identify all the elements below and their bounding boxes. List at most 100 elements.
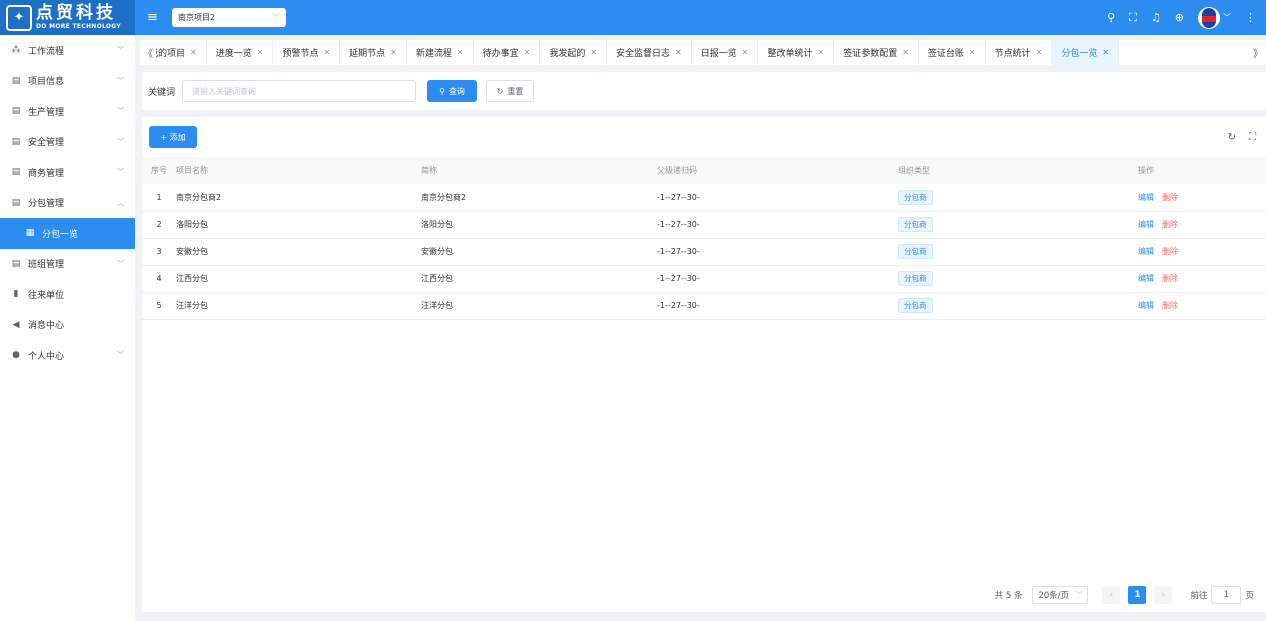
refresh-icon[interactable]: ↻ — [1228, 132, 1236, 143]
document-icon: ▤ — [11, 167, 21, 178]
edit-link[interactable]: 编辑 — [1138, 274, 1154, 283]
tab-rectification[interactable]: 整改单统计 ✕ — [758, 40, 835, 65]
search-icon[interactable]: ⚲ — [1107, 11, 1115, 24]
table-row: 3 安徽分包 安徽分包 -1--27--30- 分包商 编辑 删除 — [142, 238, 1266, 265]
delete-link[interactable]: 删除 — [1162, 301, 1178, 310]
keyword-input[interactable] — [182, 80, 417, 102]
logo[interactable]: ✦ 点贸科技 DO MORE TECHNOLOGY — [0, 0, 135, 35]
close-icon[interactable]: ✕ — [323, 48, 330, 57]
org-type-tag: 分包商 — [898, 244, 933, 259]
pagination: 共 5 条 20条/页 ﹀ ‹ 1 › 前往 页 — [995, 586, 1254, 604]
edit-link[interactable]: 编辑 — [1138, 301, 1154, 310]
close-icon[interactable]: ✕ — [969, 48, 976, 57]
edit-link[interactable]: 编辑 — [1138, 220, 1154, 229]
next-page-button[interactable]: › — [1154, 586, 1173, 604]
more-vertical-icon[interactable]: ⋮ — [1245, 11, 1256, 24]
delete-link[interactable]: 删除 — [1162, 247, 1178, 256]
close-icon[interactable]: ✕ — [190, 48, 197, 57]
chevron-down-icon: ﹀ — [117, 259, 124, 268]
sidebar-item-workflow[interactable]: ⁂ 工作流程 ﹀ — [0, 35, 135, 66]
tab-scroll-right-icon[interactable]: 》 — [1250, 45, 1266, 60]
column-header: 序号 — [151, 166, 167, 175]
close-icon[interactable]: ✕ — [457, 48, 464, 57]
tab-visa-ledger[interactable]: 签证台账 ✕ — [919, 40, 986, 65]
chevron-up-icon: ︿ — [117, 198, 124, 207]
keyword-label: 关键词 — [148, 87, 176, 98]
delete-link[interactable]: 删除 — [1162, 193, 1178, 202]
search-panel: 关键词 ⚲ 查询 ↻ 重置 — [142, 72, 1266, 110]
sidebar-item-team[interactable]: ▤ 班组管理 ﹀ — [0, 249, 135, 280]
chevron-down-icon: ﹀ — [117, 351, 124, 360]
toolbar: + 添加 ↻ ⛶ — [142, 117, 1266, 157]
close-icon[interactable]: ✕ — [1102, 48, 1109, 57]
close-icon[interactable]: ✕ — [1036, 48, 1043, 57]
add-button[interactable]: + 添加 — [149, 126, 197, 148]
building-icon: ▮ — [13, 289, 19, 300]
sidebar-item-personal[interactable]: ● 个人中心 ﹀ — [0, 340, 135, 371]
tab-delayed-nodes[interactable]: 延期节点 ✕ — [340, 40, 407, 65]
page-number-button[interactable]: 1 — [1128, 586, 1147, 604]
column-header: 父级递归码 — [657, 166, 697, 175]
sidebar-item-production[interactable]: ▤ 生产管理 ﹀ — [0, 96, 135, 127]
globe-icon[interactable]: ⊕ — [1175, 11, 1184, 24]
table-icon: ▦ — [25, 228, 35, 239]
goto-page-input[interactable] — [1211, 586, 1242, 604]
chevron-down-icon[interactable]: ﹀ — [1223, 12, 1231, 23]
tab-daily-report[interactable]: 日报一览 ✕ — [692, 40, 759, 65]
avatar[interactable] — [1198, 6, 1220, 29]
chevron-down-icon: ﹀ — [1075, 591, 1083, 599]
sidebar-item-safety[interactable]: ▤ 安全管理 ﹀ — [0, 127, 135, 158]
close-icon[interactable]: ✕ — [742, 48, 749, 57]
tab-progress[interactable]: 进度一览 ✕ — [207, 40, 274, 65]
delete-link[interactable]: 删除 — [1162, 274, 1178, 283]
tab-warning-nodes[interactable]: 预警节点 ✕ — [273, 40, 341, 65]
tab-todo[interactable]: 待办事宜 ✕ — [474, 40, 541, 65]
project-select[interactable]: 南京项目2 ﹀ — [172, 8, 286, 27]
query-button[interactable]: ⚲ 查询 — [427, 80, 478, 102]
close-icon[interactable]: ✕ — [902, 48, 909, 57]
bell-icon[interactable]: ♫ — [1151, 11, 1161, 24]
sidebar-item-subcontract[interactable]: ▤ 分包管理 ︿ — [0, 188, 135, 219]
sidebar-item-subcontract-list[interactable]: ▦ 分包一览 — [0, 218, 135, 249]
reset-button[interactable]: ↻ 重置 — [486, 80, 535, 102]
goto-page: 前往 页 — [1190, 586, 1254, 604]
table-header-row: 序号 项目名称 简称 父级递归码 组织类型 操作 — [142, 157, 1266, 184]
hamburger-menu-icon[interactable]: ≡ — [147, 10, 163, 25]
brand-name-en: DO MORE TECHNOLOGY — [36, 23, 122, 30]
close-icon[interactable]: ✕ — [524, 48, 531, 57]
sidebar-item-partners[interactable]: ▮ 往来单位 — [0, 279, 135, 310]
edit-link[interactable]: 编辑 — [1138, 193, 1154, 202]
sidebar-item-project-info[interactable]: ▤ 项目信息 ﹀ — [0, 66, 135, 97]
table-row: 1 南京分包商2 南京分包商2 -1--27--30- 分包商 编辑 删除 — [142, 184, 1266, 211]
project-select-value: 南京项目2 — [178, 13, 216, 22]
close-icon[interactable]: ✕ — [590, 48, 597, 57]
close-icon[interactable]: ✕ — [817, 48, 824, 57]
delete-link[interactable]: 删除 — [1162, 220, 1178, 229]
tab-my-projects[interactable]: 我的项目✕ — [156, 40, 207, 65]
tab-new-flow[interactable]: 新建流程 ✕ — [407, 40, 474, 65]
speaker-icon: ◀ — [12, 319, 20, 330]
user-icon: ● — [12, 350, 20, 361]
tab-visa-config[interactable]: 签证参数配置 ✕ — [834, 40, 919, 65]
tab-safety-log[interactable]: 安全监督日志 ✕ — [607, 40, 692, 65]
user-menu[interactable]: ﹀ — [1198, 6, 1231, 29]
close-icon[interactable]: ✕ — [675, 48, 682, 57]
sidebar-item-messages[interactable]: ◀ 消息中心 — [0, 310, 135, 341]
column-header: 简称 — [421, 166, 437, 175]
page-size-select[interactable]: 20条/页 ﹀ — [1032, 586, 1089, 604]
tab-initiated[interactable]: 我发起的 ✕ — [540, 40, 608, 65]
fullscreen-icon[interactable]: ⛶ — [1129, 11, 1137, 25]
tab-node-stats[interactable]: 节点统计 ✕ — [986, 40, 1053, 65]
chevron-down-icon: ﹀ — [117, 168, 124, 177]
close-icon[interactable]: ✕ — [257, 48, 264, 57]
column-header: 组织类型 — [898, 166, 930, 175]
edit-link[interactable]: 编辑 — [1138, 247, 1154, 256]
prev-page-button[interactable]: ‹ — [1102, 586, 1121, 604]
fullscreen-icon[interactable]: ⛶ — [1249, 132, 1256, 143]
tab-scroll-left-icon[interactable]: 《 — [140, 45, 156, 60]
close-icon[interactable]: ✕ — [390, 48, 397, 57]
chevron-down-icon: ﹀ — [272, 13, 280, 22]
tab-subcontract-list[interactable]: 分包一览 ✕ — [1052, 40, 1120, 65]
column-header: 操作 — [1138, 166, 1154, 175]
sidebar-item-business[interactable]: ▤ 商务管理 ﹀ — [0, 157, 135, 188]
